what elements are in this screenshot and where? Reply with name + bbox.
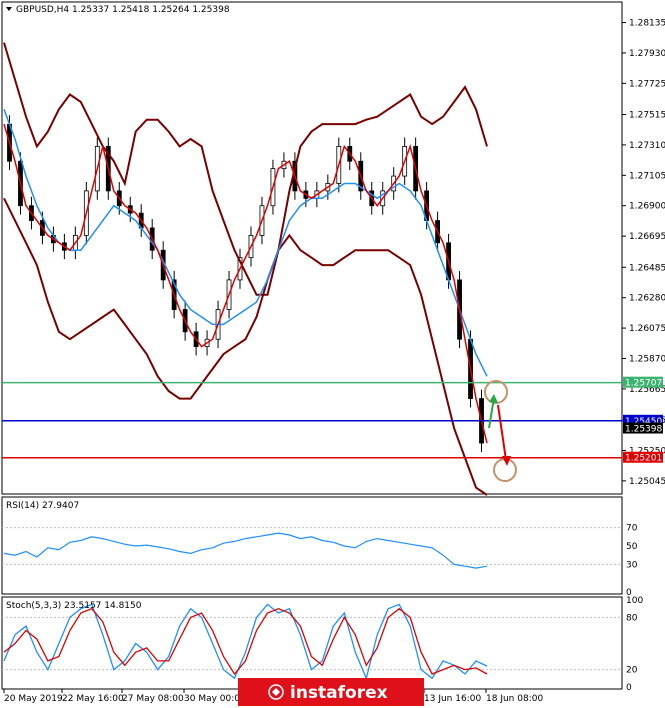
level-tag-label: 1.25398 (625, 425, 662, 435)
y-tick-label: 1.26695 (629, 232, 665, 242)
stoch-tick-label: 0 (626, 683, 632, 693)
x-tick-label: 20 May 2019 (4, 694, 63, 704)
rsi-tick-label: 50 (626, 542, 638, 552)
y-tick-label: 1.28135 (629, 19, 665, 29)
chart-canvas: 1.28135 1.27930 1.27725 1.27515 1.27310 1.271… (1, 1, 665, 706)
symbol-header: GBPUSD,H4 1.25337 1.25418 1.25264 1.2539… (16, 5, 230, 15)
watermark-text: instaforex (290, 683, 388, 703)
y-tick-label: 1.27930 (629, 49, 665, 59)
rsi-tick-label: 30 (626, 560, 638, 570)
x-tick-label: 22 May 16:00 (62, 694, 124, 704)
y-tick-label: 1.26485 (629, 263, 665, 273)
x-tick-label: 18 Jun 08:00 (486, 694, 543, 704)
y-tick-label: 1.26280 (629, 294, 665, 304)
y-tick-label: 1.27310 (629, 141, 665, 151)
y-tick-label: 1.26900 (629, 202, 665, 212)
level-tag-label: 1.25707 (625, 379, 662, 389)
rsi-tick-label: 70 (626, 524, 638, 534)
rsi-panel (1, 496, 623, 595)
rsi-title: RSI(14) 27.9407 (6, 501, 79, 511)
x-tick-label: 27 May 08:00 (122, 694, 184, 704)
level-tag-label: 1.25201 (625, 454, 662, 464)
y-tick-label: 1.27515 (629, 111, 665, 121)
x-tick-label: 30 May 00:00 (184, 694, 246, 704)
stoch-tick-label: 20 (626, 666, 638, 676)
y-tick-label: 1.27105 (629, 171, 665, 181)
y-tick-label: 1.25045 (629, 477, 665, 487)
y-tick-label: 1.27725 (629, 79, 665, 89)
y-tick-label: 1.26075 (629, 324, 665, 334)
y-tick-label: 1.25870 (629, 355, 665, 365)
stoch-title: Stoch(5,3,3) 23.5157 14.8150 (6, 601, 142, 611)
x-tick-label: 13 Jun 16:00 (424, 694, 481, 704)
stoch-tick-label: 80 (626, 613, 638, 623)
stoch-tick-label: 100 (626, 596, 643, 606)
